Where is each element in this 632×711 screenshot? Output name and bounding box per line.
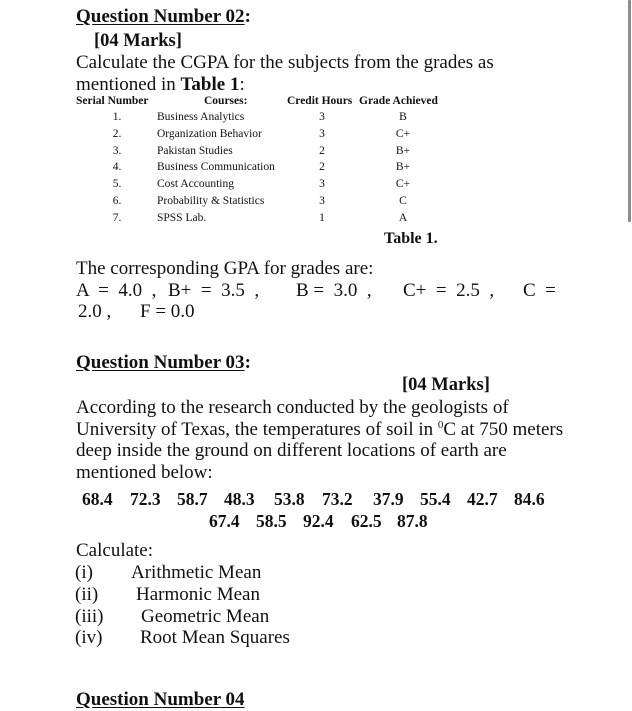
cell-course: Organization Behavior <box>157 127 262 140</box>
cell-serial: 3. <box>112 144 122 157</box>
header-credit-hours: Credit Hours <box>287 95 353 107</box>
cell-serial: 2. <box>112 127 122 140</box>
title-colon: : <box>244 6 251 27</box>
vertical-scrollbar[interactable] <box>628 0 631 222</box>
header-serial-number: Serial Number <box>76 95 149 107</box>
calculate-label: Calculate: <box>76 540 154 561</box>
cell-course: SPSS Lab. <box>157 211 207 224</box>
task-number: (ii) <box>75 583 99 605</box>
temperature-value: 48.3 <box>224 489 255 509</box>
task-number: (i) <box>75 562 93 583</box>
task-number: (iii) <box>75 605 104 627</box>
temperature-value: 53.8 <box>274 489 305 509</box>
question-2-title: Question Number 02: <box>76 6 251 28</box>
instruction-text: mentioned in <box>76 74 181 95</box>
question-3-title-text: Question Number 03 <box>76 352 245 373</box>
cell-course: Business Communication <box>157 161 275 174</box>
cell-grade: B+ <box>395 161 411 174</box>
gpa-b-plus: B+ = 3.5 , <box>168 280 260 301</box>
header-grade-achieved: Grade Achieved <box>359 95 438 107</box>
gpa-intro: The corresponding GPA for grades are: <box>76 258 374 279</box>
paragraph-text: University of Texas, the temperatures of… <box>76 419 438 440</box>
question-4-title: Question Number 04 <box>76 689 245 710</box>
temperature-value: 92.4 <box>303 511 334 531</box>
cell-grade: A <box>398 211 408 224</box>
cell-serial: 1. <box>112 111 122 123</box>
gpa-f: F = 0.0 <box>140 301 195 322</box>
table-reference: Table 1 <box>180 74 240 95</box>
cell-serial: 4. <box>112 161 122 174</box>
gpa-b: B = 3.0 , <box>296 280 372 301</box>
cell-grade: B+ <box>395 144 411 157</box>
temperature-value: 37.9 <box>373 489 404 509</box>
paragraph-text: C at 750 meters <box>443 419 564 440</box>
cell-course: Cost Accounting <box>157 178 234 191</box>
instruction-colon: : <box>239 74 245 95</box>
cell-serial: 7. <box>112 211 122 224</box>
temperature-value: 58.7 <box>177 489 208 509</box>
task-label: Harmonic Mean <box>136 583 260 605</box>
cell-grade: C+ <box>395 127 411 140</box>
temperature-value: 68.4 <box>82 489 113 509</box>
cell-course: Probability & Statistics <box>157 195 265 207</box>
temperature-value: 73.2 <box>322 489 353 509</box>
gpa-c-plus: C+ = 2.5 , <box>403 280 495 301</box>
temperature-value: 62.5 <box>351 511 382 531</box>
cell-credit-hours: 2 <box>319 144 325 157</box>
cell-grade: C <box>399 195 407 207</box>
task-label: Arithmetic Mean <box>131 562 262 583</box>
task-label: Geometric Mean <box>141 605 270 627</box>
gpa-a: A = 4.0 , <box>76 280 157 301</box>
temperature-value: 87.8 <box>397 511 428 531</box>
paragraph-line-1: According to the research conducted by t… <box>76 397 509 418</box>
question-3-title: Question Number 03: <box>76 352 251 374</box>
cell-credit-hours: 3 <box>319 127 325 140</box>
paragraph-line-3: deep inside the ground on different loca… <box>76 440 507 461</box>
task-label: Root Mean Squares <box>140 627 290 649</box>
cell-credit-hours: 3 <box>319 178 325 191</box>
gpa-c: C = <box>523 280 556 301</box>
cell-credit-hours: 3 <box>319 111 325 123</box>
temperature-value: 58.5 <box>256 511 287 531</box>
question-2-title-text: Question Number 02 <box>76 6 245 27</box>
table-caption: Table 1. <box>384 230 438 247</box>
cell-grade: C+ <box>395 178 411 191</box>
question-2-instruction-line2: mentioned in Table 1: <box>76 74 245 96</box>
temperature-value: 55.4 <box>420 489 451 509</box>
cell-credit-hours: 2 <box>319 161 325 174</box>
cell-grade: B <box>399 111 407 123</box>
header-courses: Courses: <box>204 95 248 107</box>
cell-serial: 5. <box>112 178 122 191</box>
cell-course: Business Analytics <box>157 111 245 123</box>
task-number: (iv) <box>75 627 103 649</box>
temperature-value: 42.7 <box>467 489 498 509</box>
question-2-marks: [04 Marks] <box>94 31 182 51</box>
question-3-marks: [04 Marks] <box>402 375 490 395</box>
degree-superscript: 0 <box>437 419 444 431</box>
temperature-value: 84.6 <box>514 489 545 509</box>
title-colon: : <box>244 352 251 373</box>
cell-serial: 6. <box>112 195 122 207</box>
cell-credit-hours: 3 <box>319 195 325 207</box>
temperature-value: 72.3 <box>130 489 161 509</box>
cell-credit-hours: 1 <box>319 211 325 224</box>
cell-course: Pakistan Studies <box>157 144 233 157</box>
paragraph-line-4: mentioned below: <box>76 462 213 483</box>
temperature-value: 67.4 <box>209 511 240 531</box>
gpa-c-value: 2.0 , <box>78 301 112 322</box>
question-2-instruction-line1: Calculate the CGPA for the subjects from… <box>76 52 494 73</box>
